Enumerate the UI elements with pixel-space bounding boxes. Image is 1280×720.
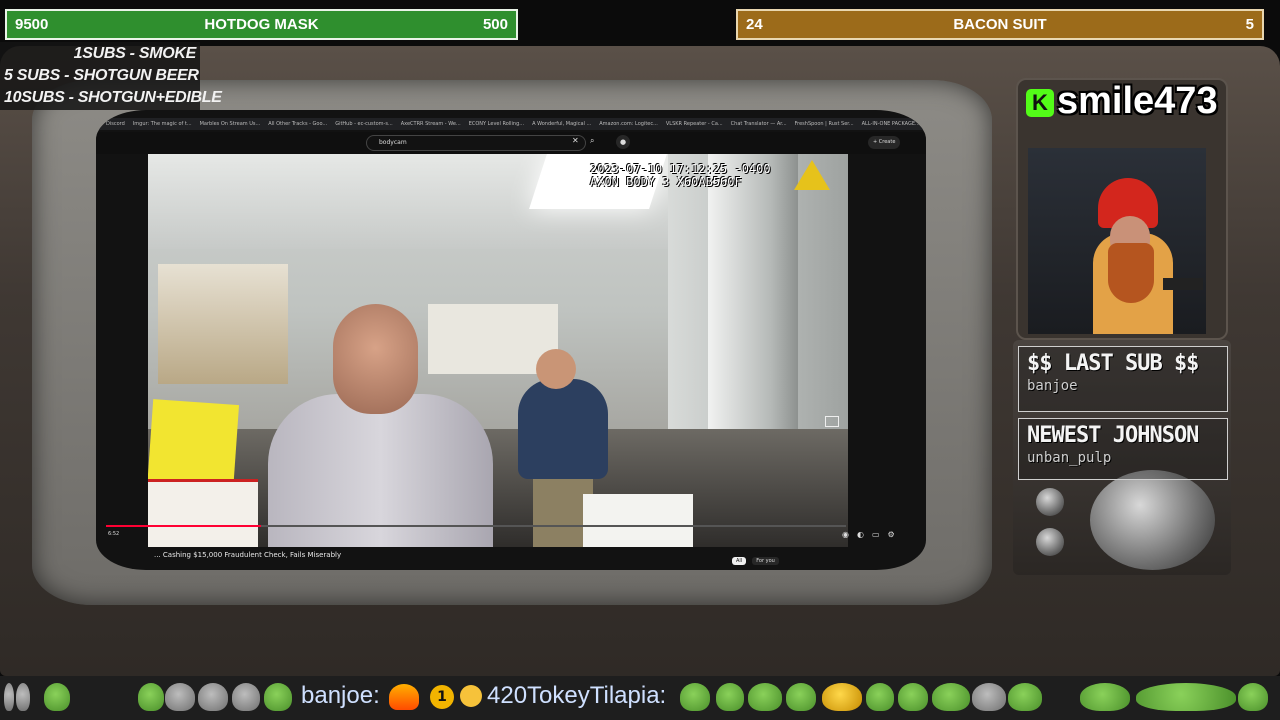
video-person-background-head [536, 349, 576, 389]
microphone-icon[interactable]: ● [616, 135, 630, 149]
channel-name: smile473 [1057, 80, 1218, 122]
tv-screen: Discord Imgur: The magic of t... Marbles O… [96, 110, 926, 570]
pepe-emote-icon [138, 683, 164, 711]
chip-for-you[interactable]: For you [752, 557, 779, 565]
video-player[interactable]: 2023-07-10 17:12:25 -0400 AXON BODY 3 X6… [148, 154, 848, 547]
goal-right-title: BACON SUIT [953, 16, 1047, 33]
emote-icon [198, 683, 228, 711]
goal-right-target: 5 [1245, 16, 1254, 33]
browser-tab[interactable]: FreshSpoon | Rust Ser... [795, 118, 854, 130]
chat-username: 420TokeyTilapia: [487, 682, 667, 709]
goal-left-title: HOTDOG MASK [204, 16, 319, 33]
webcam-microphone [1163, 278, 1203, 290]
emote-icon [232, 683, 260, 711]
youtube-header: bodycam ✕ ⌕ ● + Create [96, 132, 926, 154]
emote-icon [4, 683, 14, 711]
fire-emote-icon [389, 684, 419, 710]
pepe-emote-icon [680, 683, 710, 711]
pepe-emote-icon [1080, 683, 1130, 711]
pepe-emote-icon [1136, 683, 1236, 711]
browser-tab[interactable]: Discord [106, 118, 125, 130]
video-attention-sign [148, 479, 258, 547]
picture-in-picture-icon[interactable] [825, 416, 839, 427]
video-progress-fill [106, 525, 262, 527]
browser-tab[interactable]: GitHub - ec-custom-s... [335, 118, 393, 130]
goal-left-target: 500 [482, 16, 508, 33]
emote-icon [16, 683, 30, 711]
tv-channel-dial-icon [1090, 470, 1215, 570]
kick-logo-icon: K [1026, 89, 1054, 117]
video-controls: ◉ ◐ ▭ ⚙ [842, 530, 895, 539]
emote-icon [165, 683, 195, 711]
browser-tab[interactable]: Marbles On Stream Us... [200, 118, 261, 130]
pepe-emote-icon [748, 683, 782, 711]
search-icon[interactable]: ⌕ [590, 136, 594, 146]
browser-tab[interactable]: VLSKR Repeater - Ca... [666, 118, 723, 130]
captions-icon[interactable]: ◉ [842, 530, 849, 539]
reward-item: 10SUBS - SHOTGUN+EDIBLE [4, 89, 222, 106]
laugh-emote-icon [460, 685, 482, 707]
goal-right-count: 24 [746, 16, 763, 33]
video-shelf [158, 264, 288, 384]
video-person-foreground-head [333, 304, 418, 414]
filter-chips: All For you [732, 557, 779, 565]
tv-brightness-knob-icon [1036, 488, 1064, 516]
video-time: 6:52 [108, 531, 120, 537]
browser-tab[interactable]: AxeCTRR Stream - We... [401, 118, 461, 130]
video-progress-bar[interactable] [106, 525, 846, 527]
sub-rewards-list: 1SUBS - SMOKE 5 SUBS - SHOTGUN BEER 10SU… [0, 42, 222, 110]
browser-tab[interactable]: ALL-IN-ONE PACKAGE... [862, 118, 920, 130]
emote-icon [972, 683, 1006, 711]
pepe-emote-icon [866, 683, 894, 711]
chip-all[interactable]: All [732, 557, 747, 565]
last-sub-label: $$ LAST SUB $$ [1027, 351, 1199, 376]
browser-tab[interactable]: ECONY Level Rolling... [469, 118, 524, 130]
autoplay-toggle-icon[interactable]: ◐ [857, 530, 864, 539]
last-sub-panel: $$ LAST SUB $$ banjoe [1018, 346, 1228, 412]
browser-tab[interactable]: A Wonderful, Magical ... [532, 118, 591, 130]
browser-tab[interactable]: Imgur: The magic of t... [133, 118, 192, 130]
clear-search-icon[interactable]: ✕ [572, 136, 579, 145]
pepe-emote-icon [1008, 683, 1042, 711]
tv-color-knob-icon [1036, 528, 1064, 556]
stream-overlay: Discord Imgur: The magic of t... Marbles O… [0, 0, 1280, 720]
last-sub-value: banjoe [1027, 378, 1078, 394]
pepe-emote-icon [716, 683, 744, 711]
reward-item: 1SUBS - SMOKE [73, 45, 197, 62]
goal-bar-bacon-suit: 24 BACON SUIT 5 [736, 9, 1264, 40]
webcam-feed [1028, 148, 1206, 334]
bodycam-device-id: AXON BODY 3 X60AB560F [590, 175, 742, 189]
browser-tab[interactable]: Amazon.com: Logitec... [599, 118, 658, 130]
coin-emote-icon: 1 [430, 685, 454, 709]
browser-tab[interactable]: All Other Tracks - Goo... [268, 118, 327, 130]
pepe-emote-icon [898, 683, 928, 711]
chat-username: banjoe: [301, 682, 380, 709]
newest-johnson-panel: NEWEST JOHNSON unban_pulp [1018, 418, 1228, 480]
goal-left-count: 9500 [15, 16, 49, 33]
reward-item: 5 SUBS - SHOTGUN BEER [4, 67, 199, 84]
settings-gear-icon[interactable]: ⚙ [888, 530, 895, 539]
newest-value: unban_pulp [1027, 450, 1112, 466]
video-title[interactable]: ... Cashing $15,000 Fraudulent Check, Fa… [154, 551, 341, 559]
pepe-emote-icon [264, 683, 292, 711]
browser-tab[interactable]: Chat Translator — Ar... [731, 118, 787, 130]
emote-icon [822, 683, 862, 711]
browser-tab-strip: Discord Imgur: The magic of t... Marbles O… [96, 118, 926, 130]
video-box [583, 494, 693, 547]
search-input[interactable]: bodycam [366, 135, 586, 151]
pepe-emote-icon [1238, 683, 1268, 711]
pepe-emote-icon [44, 683, 70, 711]
axon-logo-icon [794, 160, 830, 190]
create-button[interactable]: + Create [868, 136, 901, 149]
pepe-emote-icon [786, 683, 816, 711]
video-person-background [518, 379, 608, 479]
goal-bar-hotdog-mask: 9500 HOTDOG MASK 500 [5, 9, 518, 40]
pepe-emote-icon [932, 683, 970, 711]
newest-label: NEWEST JOHNSON [1027, 423, 1199, 448]
webcam-beard [1108, 243, 1154, 303]
miniplayer-icon[interactable]: ▭ [872, 530, 880, 539]
